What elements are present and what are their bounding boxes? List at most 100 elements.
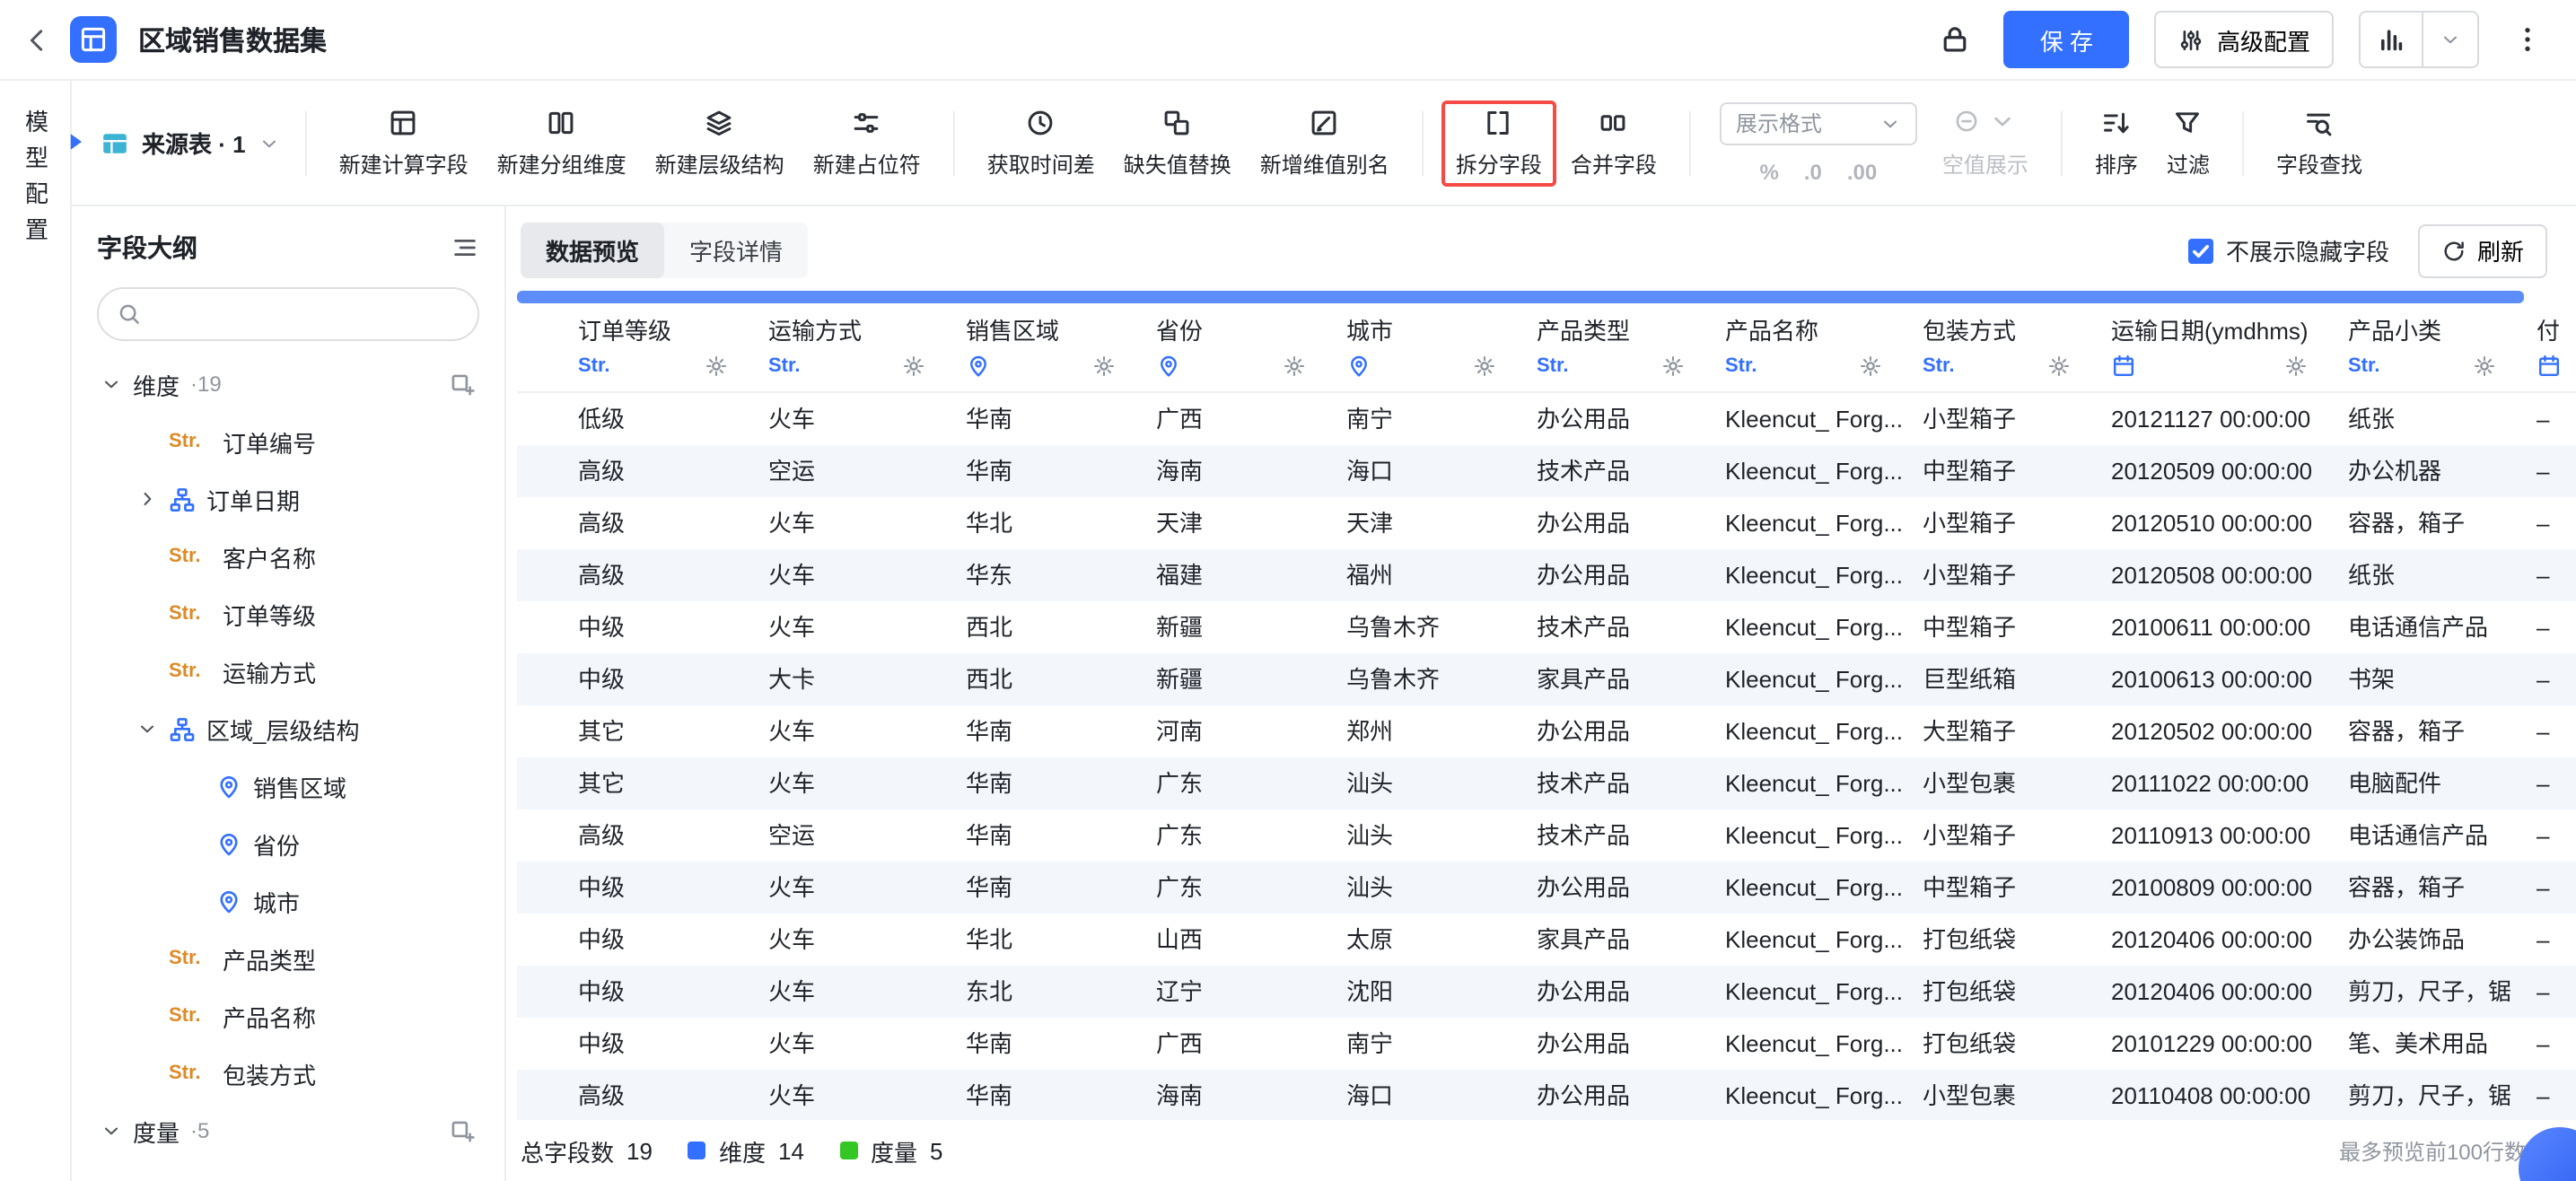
column-header[interactable]: 省份 xyxy=(1135,307,1325,391)
toolbar-calc-field-button[interactable]: 新建计算字段 xyxy=(325,100,483,186)
field-search-input[interactable] xyxy=(153,301,460,328)
field-item[interactable]: 城市 xyxy=(97,872,479,930)
toolbar-split-field-button[interactable]: 拆分字段 xyxy=(1441,100,1556,186)
gear-icon[interactable] xyxy=(1282,354,1307,379)
toolbar-group-dimension-button[interactable]: 新建分组维度 xyxy=(483,100,641,186)
gear-icon[interactable] xyxy=(901,354,926,379)
field-item[interactable]: Str.产品名称 xyxy=(97,987,479,1045)
toolbar-filter-button[interactable]: 过滤 xyxy=(2152,100,2224,186)
advanced-config-button[interactable]: 高级配置 xyxy=(2154,11,2334,68)
column-header[interactable]: 包装方式Str. xyxy=(1901,307,2090,391)
gear-icon[interactable] xyxy=(2046,354,2072,379)
table-cell: 大卡 xyxy=(747,653,944,705)
increase-decimal-button[interactable]: .00 xyxy=(1847,159,1877,184)
column-header[interactable]: 城市 xyxy=(1325,307,1515,391)
toolbar-hierarchy-structure-button[interactable]: 新建层级结构 xyxy=(641,100,799,186)
table-cell: 办公用品 xyxy=(1515,705,1704,757)
field-item[interactable]: 省份 xyxy=(97,815,479,872)
field-label: 产品名称 xyxy=(223,999,316,1033)
dataset-title: 区域销售数据集 xyxy=(138,21,327,58)
checkbox-checked[interactable] xyxy=(2188,238,2213,263)
display-format-select[interactable]: 展示格式 xyxy=(1720,101,1917,144)
gear-icon[interactable] xyxy=(1472,354,1497,379)
gear-icon[interactable] xyxy=(1091,354,1117,379)
horizontal-scrollbar-thumb[interactable] xyxy=(517,291,2523,303)
tree-section-度量[interactable]: 度量·5 xyxy=(97,1102,479,1159)
table-cell: 高级 xyxy=(556,809,747,862)
more-menu-button[interactable] xyxy=(2504,16,2551,63)
column-header[interactable]: 销售区域 xyxy=(944,307,1135,391)
column-name: 运输方式 xyxy=(768,314,944,350)
refresh-button[interactable]: 刷新 xyxy=(2418,223,2547,277)
table-cell: 容器，箱子 xyxy=(2326,497,2515,549)
hide-hidden-fields-checkbox-row[interactable]: 不展示隐藏字段 xyxy=(2188,233,2389,267)
preview-footer: 总字段数 19 维度 14 度量 5 最多预览 xyxy=(517,1120,2576,1181)
chart-dropdown-button[interactable] xyxy=(2423,13,2477,66)
field-item[interactable]: Str.产品类型 xyxy=(97,930,479,987)
add-square-icon[interactable] xyxy=(449,1117,476,1144)
gear-icon[interactable] xyxy=(2283,354,2309,379)
column-header[interactable]: 产品名称Str. xyxy=(1704,307,1901,391)
tab-data-preview[interactable]: 数据预览 xyxy=(521,223,664,278)
column-header[interactable]: 产品类型Str. xyxy=(1515,307,1704,391)
table-cell: 辽宁 xyxy=(1135,966,1325,1018)
field-item[interactable]: Str.运输方式 xyxy=(97,643,479,700)
column-header[interactable]: 运输方式Str. xyxy=(747,307,944,391)
advanced-config-label: 高级配置 xyxy=(2217,22,2310,57)
toolbar-time-diff-button[interactable]: 获取时间差 xyxy=(973,100,1109,186)
toolbar-group-right: 排序过滤字段查找 xyxy=(2081,100,2377,186)
gear-icon[interactable] xyxy=(1858,354,1883,379)
measure-value: 5 xyxy=(930,1137,942,1164)
field-item[interactable]: Str.客户名称 xyxy=(97,528,479,585)
gear-icon[interactable] xyxy=(1660,354,1686,379)
percent-format-button[interactable]: % xyxy=(1760,159,1779,184)
chevron-down-icon[interactable] xyxy=(136,718,158,739)
gear-icon[interactable] xyxy=(2472,354,2497,379)
toolbar-merge-field-button[interactable]: 合并字段 xyxy=(1556,100,1671,186)
field-item[interactable]: Str.包装方式 xyxy=(97,1045,479,1102)
tree-section-维度[interactable]: 维度·19 xyxy=(97,355,479,413)
tab-field-details[interactable]: 字段详情 xyxy=(664,223,808,278)
lock-button[interactable] xyxy=(1932,16,1979,63)
table-cell: 福建 xyxy=(1135,549,1325,601)
gear-icon[interactable] xyxy=(704,354,729,379)
column-header[interactable]: 产品小类Str. xyxy=(2326,307,2515,391)
field-item[interactable]: 销售区域 xyxy=(97,757,479,815)
add-square-icon[interactable] xyxy=(449,371,476,398)
geo-icon xyxy=(215,830,242,857)
field-item[interactable]: Str.订单等级 xyxy=(97,585,479,643)
field-item[interactable]: Str.订单编号 xyxy=(97,413,479,470)
toolbar-replace-missing-button[interactable]: 缺失值替换 xyxy=(1109,100,1246,186)
field-label: 运输方式 xyxy=(223,654,316,688)
chevron-right-icon[interactable] xyxy=(136,488,158,510)
column-header[interactable]: 付 xyxy=(2515,307,2576,391)
back-button[interactable] xyxy=(22,24,52,55)
toolbar-alias-button[interactable]: 新增维值别名 xyxy=(1246,100,1404,186)
column-header[interactable]: 订单等级Str. xyxy=(556,307,747,391)
table-cell: 华南 xyxy=(944,862,1135,914)
toolbar-group-left: 新建计算字段新建分组维度新建层级结构新建占位符 获取时间差缺失值替换新增维值别名拆… xyxy=(325,100,1671,186)
calendar-icon xyxy=(2111,354,2136,379)
table-cell: 汕头 xyxy=(1325,757,1515,809)
expand-panel-toggle[interactable] xyxy=(63,127,88,156)
column-header[interactable]: 运输日期(ymdhms) xyxy=(2090,307,2326,391)
save-button[interactable]: 保 存 xyxy=(2004,11,2129,68)
toolbar-placeholder-button[interactable]: 新建占位符 xyxy=(799,100,935,186)
table-cell: 小型箱子 xyxy=(1901,393,2090,445)
outline-collapse-icon[interactable] xyxy=(451,233,479,262)
chart-button[interactable] xyxy=(2361,13,2422,66)
null-display-cluster: 空值展示 xyxy=(1942,107,2028,179)
toolbar-button-label: 新建占位符 xyxy=(813,148,921,179)
table-cell: 笔、美术用品 xyxy=(2326,1018,2515,1070)
toolbar-field-search-button[interactable]: 字段查找 xyxy=(2262,100,2377,186)
null-display-icon[interactable] xyxy=(1954,107,1981,134)
chevron-down-icon[interactable] xyxy=(1990,107,2017,134)
table-cell: Kleencut_ Forg... xyxy=(1704,809,1901,862)
column-meta: Str. xyxy=(2348,350,2515,382)
field-item[interactable]: 区域_层级结构 xyxy=(97,700,479,757)
table-cell: 空运 xyxy=(747,445,944,497)
toolbar-sort-button[interactable]: 排序 xyxy=(2081,100,2152,186)
field-item[interactable]: 订单日期 xyxy=(97,470,479,528)
source-table-button[interactable]: 来源表 · 1 xyxy=(101,126,280,160)
decrease-decimal-button[interactable]: .0 xyxy=(1804,159,1822,184)
